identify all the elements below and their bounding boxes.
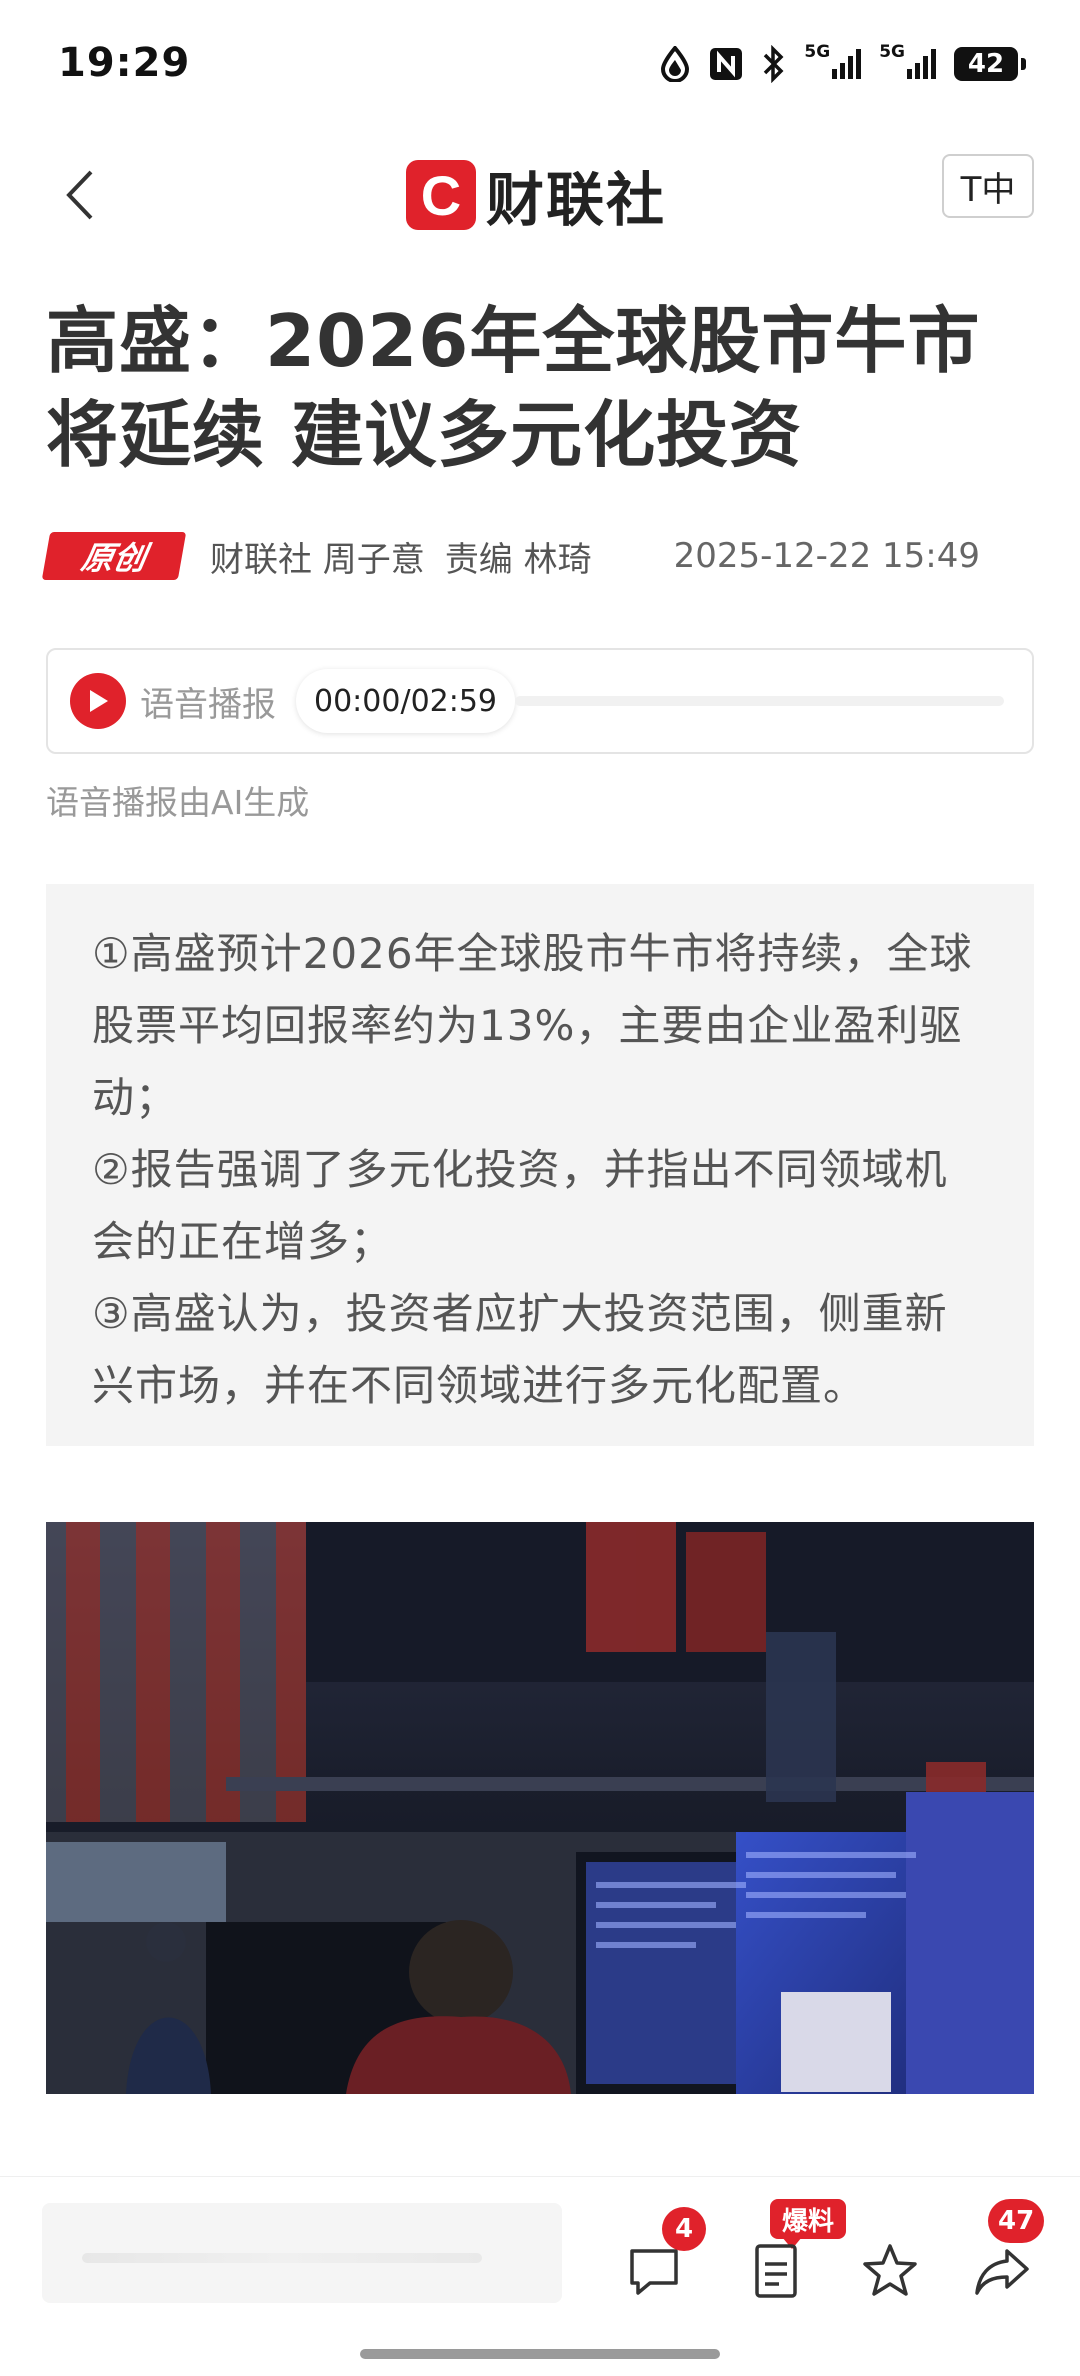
app-logo: C 财联社 (406, 150, 666, 240)
tip-button[interactable] (748, 2241, 808, 2301)
status-bar: 19:29 5G 5G 42 (0, 0, 1080, 130)
battery-level: 42 (954, 47, 1026, 81)
comment-button[interactable] (624, 2241, 684, 2301)
audio-time[interactable]: 00:00/02:59 (296, 669, 516, 733)
article-meta: 原创 财联社 周子意 责编 林琦 2025-12-22 15:49 (41, 528, 1046, 584)
article-author: 财联社 周子意 (210, 539, 425, 580)
data-saver-icon (660, 42, 690, 86)
font-size-button[interactable]: T中 (942, 154, 1034, 218)
status-icons: 5G 5G 42 (660, 42, 1026, 86)
document-edit-icon (755, 2244, 797, 2298)
tip-badge: 爆料 (770, 2199, 847, 2249)
app-header: C 财联社 T中 (0, 140, 1080, 260)
article-title: 高盛：2026年全球股市牛市将延续 建议多元化投资 (46, 299, 981, 477)
article-photo[interactable] (46, 1522, 1034, 2094)
home-indicator[interactable] (360, 2349, 720, 2359)
article-date: 2025-12-22 15:49 (673, 536, 981, 576)
article-page: 19:29 5G 5G 42 C 财联社 T中 高盛：2026年全球股市牛市将延… (0, 0, 1080, 2376)
share-count-badge: 47 (988, 2199, 1045, 2243)
comment-input[interactable] (42, 2203, 562, 2303)
article-editor: 责编 林琦 (444, 539, 592, 580)
original-badge: 原创 (41, 532, 187, 580)
star-icon (863, 2244, 917, 2296)
audio-ai-note: 语音播报由AI生成 (46, 783, 310, 822)
nfc-icon (708, 42, 744, 86)
bluetooth-icon (762, 42, 786, 86)
network-type-1: 5G (804, 42, 831, 62)
chevron-left-icon (66, 170, 93, 220)
battery-icon: 42 (954, 42, 1026, 86)
comment-input-placeholder (82, 2253, 482, 2263)
signal-1-icon: 5G (804, 42, 862, 86)
audio-progress-track[interactable] (515, 696, 1004, 706)
comment-count-badge: 4 (662, 2207, 706, 2251)
summary-item: ①高盛预计2026年全球股市牛市将持续，全球股票平均回报率约为13%，主要由企业… (92, 929, 973, 1122)
comment-icon (630, 2249, 678, 2295)
favorite-button[interactable] (860, 2241, 920, 2301)
audio-player: 语音播报 00:00/02:59 (46, 648, 1034, 754)
summary-item: ②报告强调了多元化投资，并指出不同领域机会的正在增多； (92, 1145, 948, 1266)
summary-item: ③高盛认为，投资者应扩大投资范围，侧重新兴市场，并在不同领域进行多元化配置。 (92, 1289, 948, 1410)
play-button[interactable] (70, 673, 126, 729)
signal-2-icon: 5G (879, 42, 936, 86)
network-type-2: 5G (879, 42, 905, 62)
article-summary: ①高盛预计2026年全球股市牛市将持续，全球股票平均回报率约为13%，主要由企业… (46, 884, 1034, 1446)
bottom-action-bar: 4 爆料 47 (0, 2176, 1080, 2376)
logo-text: 财联社 (486, 166, 667, 234)
trading-floor-image (46, 1522, 1034, 2094)
audio-label: 语音播报 (140, 684, 276, 725)
status-time: 19:29 (58, 40, 191, 86)
play-icon (90, 690, 108, 712)
back-button[interactable] (50, 160, 110, 230)
share-icon (975, 2249, 1029, 2295)
logo-mark: C (406, 160, 476, 230)
share-button[interactable] (972, 2241, 1032, 2301)
